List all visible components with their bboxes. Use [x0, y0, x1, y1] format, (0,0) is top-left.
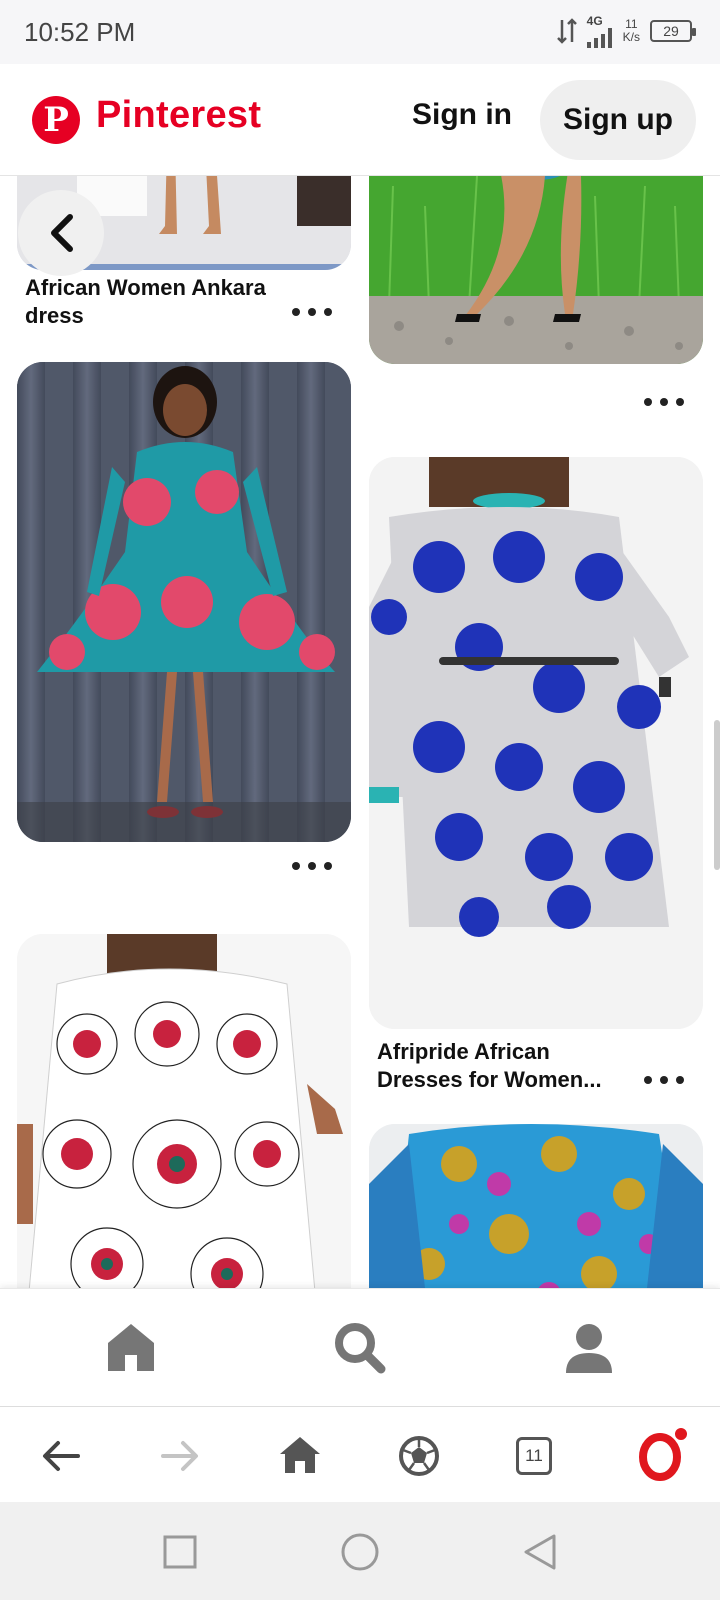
- more-options-icon[interactable]: [292, 856, 332, 876]
- pin-image[interactable]: [17, 362, 351, 842]
- pin-title[interactable]: African Women Ankara dress: [25, 274, 285, 330]
- tabs-icon[interactable]: 11: [516, 1437, 552, 1475]
- opera-icon[interactable]: [636, 1425, 692, 1481]
- pin-photo: [369, 457, 703, 1029]
- signal-icon: [586, 28, 612, 48]
- pin-image[interactable]: [369, 1124, 703, 1288]
- pin-image[interactable]: [369, 457, 703, 1029]
- browser-toolbar: 11: [0, 1406, 720, 1502]
- more-options-icon[interactable]: [644, 1070, 684, 1090]
- soccer-ball-icon[interactable]: [396, 1433, 442, 1479]
- pin-image[interactable]: [369, 176, 703, 364]
- status-bar: 10:52 PM 4G 11 K/s 29: [0, 0, 720, 64]
- chevron-left-icon: [51, 214, 73, 252]
- system-navigation-bar: [0, 1502, 720, 1600]
- sign-up-button[interactable]: Sign up: [540, 80, 696, 160]
- back-triangle-icon[interactable]: [520, 1532, 560, 1572]
- pinterest-logo-icon[interactable]: P: [32, 96, 80, 144]
- pin-image[interactable]: [17, 934, 351, 1288]
- home-icon[interactable]: [104, 1321, 158, 1375]
- more-options-icon[interactable]: [644, 392, 684, 412]
- forward-arrow-icon[interactable]: [157, 1433, 203, 1479]
- back-button[interactable]: [18, 190, 104, 276]
- pin-photo: [369, 176, 703, 364]
- home-circle-icon[interactable]: [340, 1532, 380, 1572]
- net-speed: 11 K/s: [622, 17, 640, 44]
- status-time: 10:52 PM: [24, 16, 136, 47]
- recents-square-icon[interactable]: [160, 1532, 200, 1572]
- pin-title[interactable]: Afripride African Dresses for Women...: [377, 1038, 627, 1094]
- status-icons: 4G 11 K/s 29: [556, 14, 696, 48]
- pin-feed[interactable]: African Women Ankara dress Afripride Afr…: [0, 176, 720, 1288]
- battery-icon: 29: [650, 20, 696, 42]
- pinterest-bottom-nav: [0, 1288, 720, 1406]
- data-transfer-icon: [556, 18, 577, 44]
- scrollbar[interactable]: [714, 720, 720, 870]
- back-arrow-icon[interactable]: [38, 1433, 84, 1479]
- search-icon[interactable]: [333, 1321, 387, 1375]
- logo-text[interactable]: Pinterest: [96, 94, 261, 137]
- pinterest-header: P Pinterest Sign in Sign up: [0, 64, 720, 176]
- network-label: 4G: [586, 14, 613, 48]
- pin-photo: [17, 934, 351, 1288]
- sign-in-button[interactable]: Sign in: [412, 98, 512, 132]
- profile-icon[interactable]: [562, 1321, 616, 1375]
- more-options-icon[interactable]: [292, 302, 332, 322]
- pin-photo: [369, 1124, 703, 1288]
- home-icon[interactable]: [277, 1433, 323, 1479]
- pin-photo: [17, 362, 351, 842]
